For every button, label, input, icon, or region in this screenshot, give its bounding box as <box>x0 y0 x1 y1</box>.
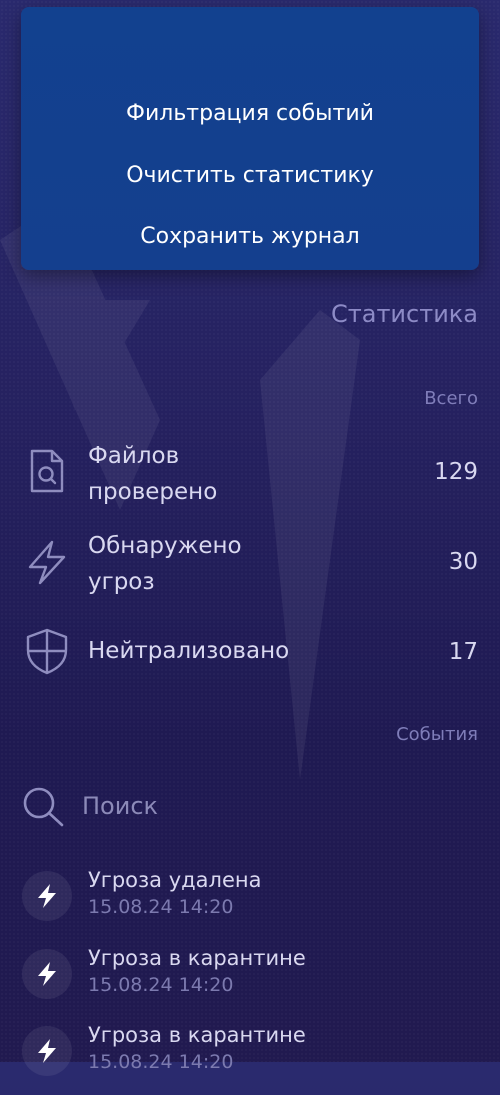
file-search-icon <box>30 449 64 493</box>
list-item[interactable]: Угроза удалена 15.08.24 14:20 <box>22 868 478 940</box>
search-input[interactable]: Поиск <box>20 780 480 836</box>
stat-row-threats-detected: Обнаружено угроз 30 <box>22 528 478 600</box>
event-title: Угроза в карантине <box>88 1023 306 1047</box>
stat-value-files-scanned: 129 <box>434 459 478 485</box>
events-label: События <box>396 724 478 745</box>
event-time: 15.08.24 14:20 <box>88 1051 234 1073</box>
stat-row-neutralized: Нейтрализовано 17 <box>22 626 478 678</box>
search-placeholder: Поиск <box>82 792 159 820</box>
event-time: 15.08.24 14:20 <box>88 896 234 918</box>
menu-item-clear-statistics[interactable]: Очистить статистику <box>21 161 479 191</box>
total-label: Всего <box>424 388 478 409</box>
event-title: Угроза удалена <box>88 868 262 892</box>
overflow-menu: Фильтрация событий Очистить статистику С… <box>21 7 479 270</box>
list-item[interactable]: Угроза в карантине 15.08.24 14:20 <box>22 946 478 1018</box>
stat-label-line1: Нейтрализовано <box>88 638 290 664</box>
lightning-icon <box>22 871 72 921</box>
event-time: 15.08.24 14:20 <box>88 974 234 996</box>
stat-label-line2: угроз <box>88 569 155 595</box>
event-title: Угроза в карантине <box>88 946 306 970</box>
stat-value-neutralized: 17 <box>448 639 478 665</box>
stat-label-line1: Файлов <box>88 443 180 469</box>
shield-icon <box>26 628 68 675</box>
lightning-icon <box>22 1026 72 1076</box>
statistics-title: Статистика <box>331 300 478 328</box>
menu-item-save-log[interactable]: Сохранить журнал <box>21 222 479 252</box>
stat-label-line2: проверено <box>88 479 218 505</box>
search-icon <box>23 787 64 827</box>
stat-value-threats-detected: 30 <box>448 549 478 575</box>
stat-label-line1: Обнаружено <box>88 533 242 559</box>
lightning-icon <box>28 540 66 585</box>
stat-row-files-scanned: Файлов проверено 129 <box>22 438 478 510</box>
list-item[interactable]: Угроза в карантине 15.08.24 14:20 <box>22 1023 478 1095</box>
menu-item-filter-events[interactable]: Фильтрация событий <box>21 99 479 129</box>
lightning-icon <box>22 949 72 999</box>
